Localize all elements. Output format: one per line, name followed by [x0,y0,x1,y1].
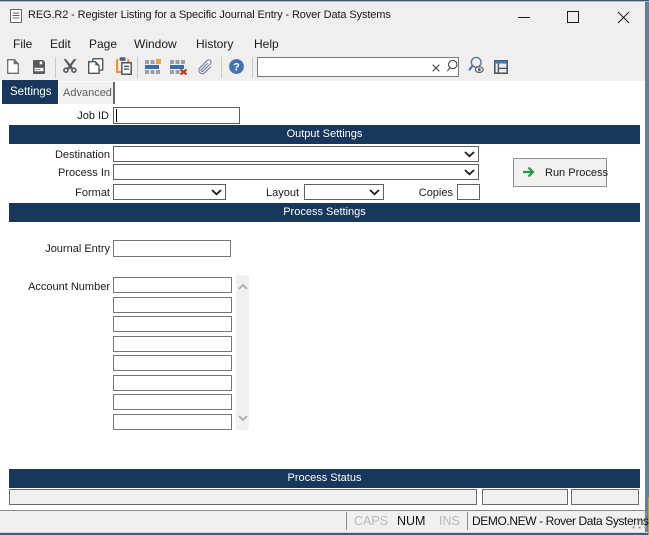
svg-text:?: ? [233,62,240,74]
